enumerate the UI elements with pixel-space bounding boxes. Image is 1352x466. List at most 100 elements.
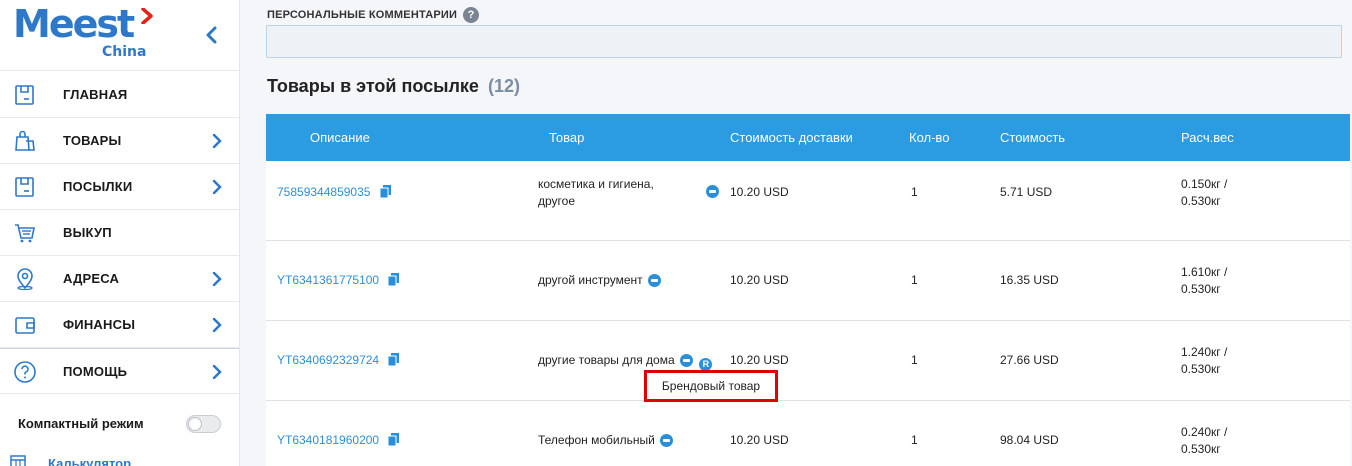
quantity-cell: 1 bbox=[911, 433, 918, 447]
delivery-cost-cell: 10.20 USD bbox=[730, 273, 789, 287]
chevron-right-icon bbox=[212, 272, 222, 286]
nav-item-addresses[interactable]: АДРЕСА bbox=[0, 256, 239, 302]
collapse-sidebar-button[interactable] bbox=[202, 24, 222, 46]
weight-cell: 1.240кг / 0.530кг bbox=[1181, 344, 1227, 378]
calculated-weight: 0.530кг bbox=[1181, 442, 1221, 456]
logo-area: Meest China bbox=[0, 0, 239, 71]
column-header-cost: Стоимость bbox=[1000, 130, 1066, 145]
tracking-cell: YT6341361775100 bbox=[277, 273, 400, 287]
nav-item-finance[interactable]: ФИНАНСЫ bbox=[0, 302, 239, 348]
nav-item-help[interactable]: ПОМОЩЬ bbox=[0, 348, 239, 394]
item-cell: косметика и гигиена, другое bbox=[538, 176, 654, 210]
help-icon[interactable]: ? bbox=[463, 7, 480, 23]
nav-label-buyout: ВЫКУП bbox=[63, 225, 112, 240]
comments-input[interactable] bbox=[266, 25, 1342, 58]
chevron-right-icon bbox=[212, 134, 222, 148]
nav-label-addresses: АДРЕСА bbox=[63, 271, 120, 286]
nav-item-goods[interactable]: ТОВАРЫ bbox=[0, 118, 239, 164]
main-content: ПЕРСОНАЛЬНЫЕ КОММЕНТАРИИ ? Товары в этой… bbox=[240, 0, 1352, 466]
column-header-quantity: Кол-во bbox=[909, 130, 950, 145]
tracking-number-link[interactable]: YT6340692329724 bbox=[277, 353, 379, 367]
quantity-cell: 1 bbox=[911, 353, 918, 367]
calculated-weight: 0.530кг bbox=[1181, 362, 1221, 376]
copy-icon[interactable] bbox=[388, 433, 400, 446]
cost-cell: 5.71 USD bbox=[1000, 185, 1053, 199]
copy-icon[interactable] bbox=[388, 353, 400, 366]
column-header-item: Товар bbox=[549, 130, 585, 145]
nav-label-finance: ФИНАНСЫ bbox=[63, 317, 136, 332]
goods-table: Описание Товар Стоимость доставки Кол-во… bbox=[266, 114, 1350, 466]
app: Meest China ГЛАВНАЯ ТОВАРЫ ПОСЫЛКИ ВЫКУП… bbox=[0, 0, 1352, 466]
item-name: Телефон мобильный bbox=[538, 433, 655, 447]
nav-item-buyout[interactable]: ВЫКУП bbox=[0, 210, 239, 256]
nav-item-home[interactable]: ГЛАВНАЯ bbox=[0, 72, 239, 118]
category-icon[interactable] bbox=[648, 274, 661, 287]
category-icon[interactable] bbox=[660, 434, 674, 447]
chevron-right-icon bbox=[212, 180, 222, 194]
column-header-delivery-cost: Стоимость доставки bbox=[730, 130, 853, 145]
actual-weight: 0.240кг / bbox=[1181, 425, 1228, 439]
cost-cell: 16.35 USD bbox=[1000, 273, 1059, 287]
weight-cell: 0.150кг / 0.530кг bbox=[1181, 176, 1227, 210]
cart-icon bbox=[15, 224, 35, 243]
column-header-weight: Расч.вес bbox=[1181, 130, 1234, 145]
item-cell: другой инструмент bbox=[538, 273, 661, 287]
item-name: другой инструмент bbox=[538, 273, 643, 287]
item-cell: Телефон мобильный bbox=[538, 433, 674, 447]
category-icon[interactable] bbox=[706, 185, 719, 198]
sidebar: Meest China ГЛАВНАЯ ТОВАРЫ ПОСЫЛКИ ВЫКУП… bbox=[0, 0, 240, 466]
table-row: YT6341361775100 другой инструмент 10.20 … bbox=[266, 241, 1350, 321]
nav-item-parcels[interactable]: ПОСЫЛКИ bbox=[0, 164, 239, 210]
tracking-cell: YT6340181960200 bbox=[277, 433, 400, 447]
cost-cell: 98.04 USD bbox=[1000, 433, 1059, 447]
quantity-cell: 1 bbox=[911, 273, 918, 287]
actual-weight: 0.150кг / bbox=[1181, 177, 1228, 191]
tracking-cell: YT6340692329724 bbox=[277, 353, 400, 367]
actual-weight: 1.240кг / bbox=[1181, 345, 1228, 359]
chevron-right-icon bbox=[212, 318, 222, 332]
tracking-cell: 75859344859035 bbox=[277, 185, 391, 199]
section-title-text: Товары в этой посылке bbox=[267, 76, 479, 96]
logo[interactable]: Meest bbox=[13, 2, 135, 46]
delivery-cost-cell: 10.20 USD bbox=[730, 353, 789, 367]
comments-heading: ПЕРСОНАЛЬНЫЕ КОММЕНТАРИИ ? bbox=[267, 7, 480, 23]
category-icon[interactable] bbox=[680, 354, 693, 367]
nav-label-goods: ТОВАРЫ bbox=[63, 133, 122, 148]
column-header-description: Описание bbox=[310, 130, 370, 145]
location-pin-icon bbox=[17, 268, 33, 291]
nav-label-help: ПОМОЩЬ bbox=[63, 363, 128, 379]
table-header: Описание Товар Стоимость доставки Кол-во… bbox=[266, 114, 1350, 161]
tracking-number-link[interactable]: YT6341361775100 bbox=[277, 273, 379, 287]
delivery-cost-cell: 10.20 USD bbox=[730, 433, 789, 447]
logo-subtitle: China bbox=[102, 44, 147, 60]
item-name: другие товары для дома bbox=[538, 353, 675, 367]
quantity-cell: 1 bbox=[911, 185, 918, 199]
delivery-cost-cell: 10.20 USD bbox=[730, 185, 789, 199]
table-row: YT6340692329724 другие товары для дома R… bbox=[266, 321, 1350, 401]
comments-label: ПЕРСОНАЛЬНЫЕ КОММЕНТАРИИ bbox=[267, 9, 458, 21]
tracking-number-link[interactable]: YT6340181960200 bbox=[277, 433, 379, 447]
calculator-icon bbox=[10, 455, 26, 466]
weight-cell: 0.240кг / 0.530кг bbox=[1181, 424, 1227, 458]
calculator-link[interactable]: Калькулятор bbox=[0, 448, 239, 466]
weight-cell: 1.610кг / 0.530кг bbox=[1181, 264, 1227, 298]
item-name-line1: косметика и гигиена, bbox=[538, 177, 654, 191]
toggle-knob bbox=[188, 417, 202, 431]
section-title: Товары в этой посылке (12) bbox=[267, 76, 520, 97]
brand-tooltip: Брендовый товар bbox=[644, 370, 778, 402]
items-count: (12) bbox=[487, 76, 520, 96]
box-icon bbox=[15, 177, 34, 197]
chevron-right-icon bbox=[212, 365, 222, 379]
table-row: 75859344859035 косметика и гигиена, друг… bbox=[266, 161, 1350, 241]
tracking-number-link[interactable]: 75859344859035 bbox=[277, 185, 370, 199]
item-cell: другие товары для дома R bbox=[538, 353, 713, 371]
compact-mode-toggle[interactable] bbox=[186, 415, 221, 433]
logo-arrow-icon bbox=[141, 8, 153, 24]
box-icon bbox=[15, 85, 34, 105]
compact-mode-row: Компактный режим bbox=[0, 400, 239, 446]
compact-mode-label: Компактный режим bbox=[18, 416, 144, 431]
actual-weight: 1.610кг / bbox=[1181, 265, 1228, 279]
copy-icon[interactable] bbox=[379, 185, 391, 198]
cost-cell: 27.66 USD bbox=[1000, 353, 1059, 367]
copy-icon[interactable] bbox=[388, 273, 400, 286]
